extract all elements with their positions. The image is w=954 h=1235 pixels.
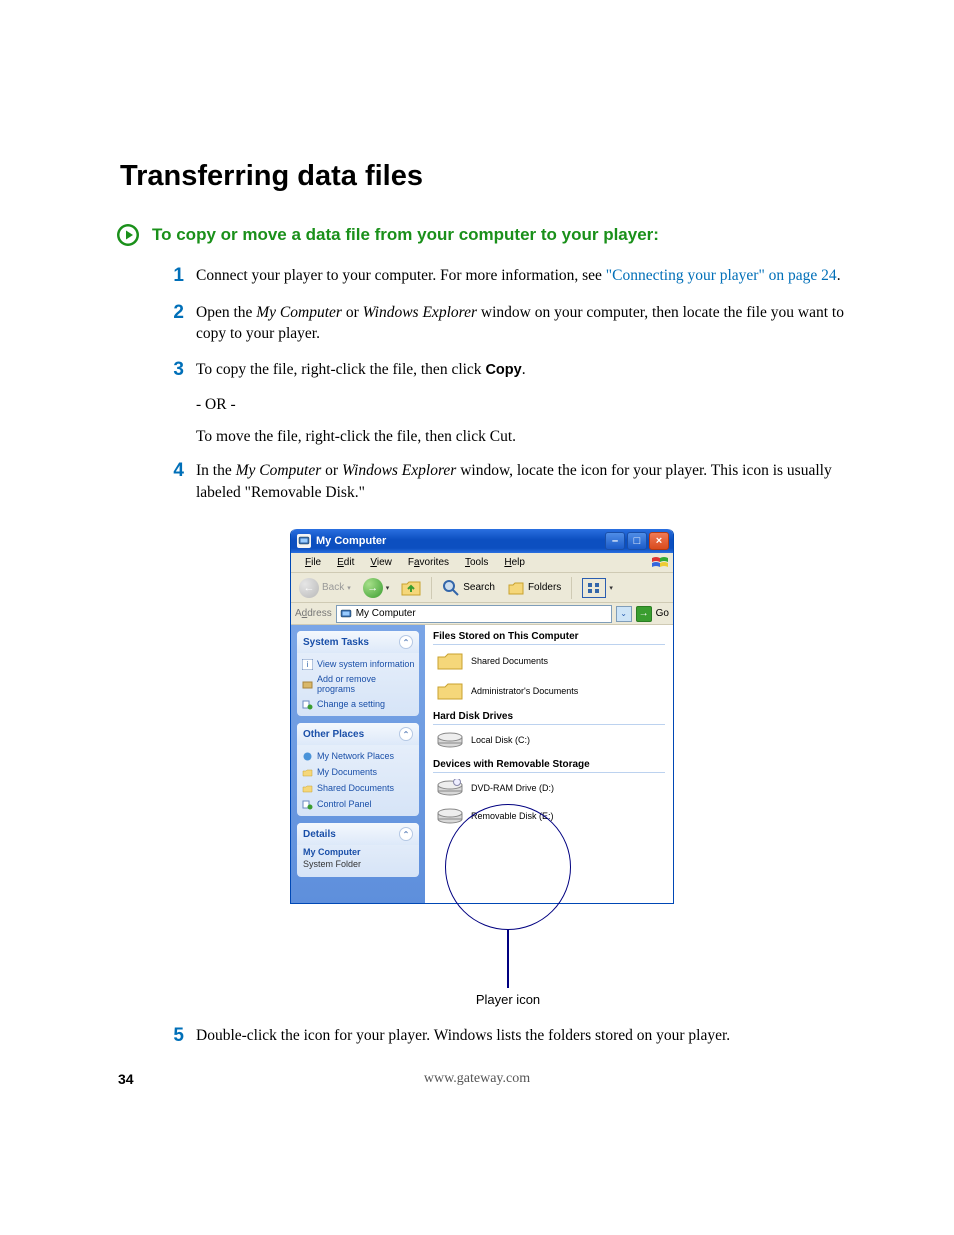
forward-icon: → — [363, 578, 383, 598]
svg-text:i: i — [306, 660, 308, 669]
step-number-4: 4 — [168, 460, 184, 503]
my-computer-small-icon — [340, 608, 352, 620]
item-admin-documents[interactable]: Administrator's Documents — [437, 681, 665, 701]
settings-icon — [301, 698, 313, 710]
item-local-disk-c[interactable]: Local Disk (C:) — [437, 731, 665, 749]
page-number: 34 — [118, 1071, 134, 1087]
menu-help[interactable]: Help — [496, 555, 533, 570]
forward-button[interactable]: →▾ — [359, 576, 394, 600]
group-stored-files: Files Stored on This Computer — [433, 631, 665, 645]
place-shared-documents[interactable]: Shared Documents — [301, 780, 415, 796]
step-number-5: 5 — [168, 1025, 184, 1048]
callout-line — [507, 930, 509, 988]
menu-view[interactable]: View — [362, 555, 400, 570]
dvd-drive-icon — [437, 779, 463, 797]
removable-disk-icon — [437, 807, 463, 825]
step-4-text: In the My Computer or Windows Explorer w… — [196, 460, 844, 503]
chevron-up-icon[interactable]: ⌃ — [399, 635, 413, 649]
network-icon — [301, 750, 313, 762]
menu-file[interactable]: File — [297, 555, 329, 570]
step-1-text: Connect your player to your computer. Fo… — [196, 265, 841, 288]
step-number-2: 2 — [168, 302, 184, 345]
group-removable-storage: Devices with Removable Storage — [433, 759, 665, 773]
address-field[interactable]: My Computer — [336, 605, 612, 623]
step-3-alt-text: To move the file, right-click the file, … — [196, 428, 844, 446]
search-button[interactable]: Search — [438, 576, 499, 600]
folder-icon — [301, 766, 313, 778]
section-subtitle: To copy or move a data file from your co… — [152, 225, 659, 245]
step-number-1: 1 — [168, 265, 184, 288]
sidebar: System Tasks⌃ iView system information A… — [291, 625, 425, 903]
hard-disk-icon — [437, 731, 463, 749]
place-my-documents[interactable]: My Documents — [301, 764, 415, 780]
programs-icon — [301, 678, 313, 690]
item-shared-documents[interactable]: Shared Documents — [437, 651, 665, 671]
panel-system-tasks: System Tasks⌃ iView system information A… — [297, 631, 419, 716]
address-dropdown[interactable]: ⌄ — [616, 606, 632, 622]
maximize-button[interactable]: □ — [627, 532, 647, 550]
content-pane: Files Stored on This Computer Shared Doc… — [425, 625, 673, 903]
task-change-setting[interactable]: Change a setting — [301, 696, 415, 712]
my-computer-icon — [297, 534, 311, 548]
item-removable-disk-e[interactable]: Removable Disk (E:) — [437, 807, 665, 825]
footer-url: www.gateway.com — [0, 1071, 954, 1087]
go-label: Go — [656, 608, 669, 619]
folders-button[interactable]: Folders — [503, 576, 565, 600]
toolbar: ←Back▾ →▾ Search Folders — [291, 573, 673, 603]
page-title: Transferring data files — [120, 160, 844, 193]
callout-label: Player icon — [476, 992, 540, 1007]
search-icon — [442, 579, 460, 597]
back-icon: ← — [299, 578, 319, 598]
folder-icon — [437, 681, 463, 701]
control-panel-icon — [301, 798, 313, 810]
back-button[interactable]: ←Back▾ — [295, 576, 355, 600]
views-icon — [582, 578, 606, 598]
window-title: My Computer — [316, 535, 603, 547]
step-3-text: To copy the file, right-click the file, … — [196, 359, 526, 382]
folder-icon — [437, 651, 463, 671]
task-add-remove-programs[interactable]: Add or remove programs — [301, 672, 415, 696]
go-button[interactable]: → — [636, 606, 652, 622]
up-button[interactable] — [397, 576, 425, 600]
or-separator: - OR - — [196, 396, 844, 414]
menu-favorites[interactable]: Favorites — [400, 555, 457, 570]
panel-other-places: Other Places⌃ My Network Places My Docum… — [297, 723, 419, 816]
folder-icon — [301, 782, 313, 794]
step-2-text: Open the My Computer or Windows Explorer… — [196, 302, 844, 345]
step-5-text: Double-click the icon for your player. W… — [196, 1025, 730, 1048]
address-label: Address — [295, 608, 332, 619]
window-titlebar: My Computer – □ × — [291, 529, 673, 553]
step-number-3: 3 — [168, 359, 184, 382]
panel-details: Details⌃ My Computer System Folder — [297, 823, 419, 877]
close-button[interactable]: × — [649, 532, 669, 550]
address-bar: Address My Computer ⌄ → Go — [291, 603, 673, 625]
link-connecting-player[interactable]: "Connecting your player" on page 24 — [606, 267, 837, 284]
place-control-panel[interactable]: Control Panel — [301, 796, 415, 812]
folders-icon — [507, 579, 525, 597]
chevron-up-icon[interactable]: ⌃ — [399, 827, 413, 841]
group-hard-disks: Hard Disk Drives — [433, 711, 665, 725]
item-dvd-ram-drive[interactable]: DVD-RAM Drive (D:) — [437, 779, 665, 797]
menu-tools[interactable]: Tools — [457, 555, 496, 570]
info-icon: i — [301, 658, 313, 670]
chevron-up-icon[interactable]: ⌃ — [399, 727, 413, 741]
windows-logo-icon — [651, 556, 669, 570]
minimize-button[interactable]: – — [605, 532, 625, 550]
views-button[interactable]: ▾ — [578, 576, 617, 600]
folder-up-icon — [401, 579, 421, 597]
play-icon — [116, 223, 140, 247]
menu-edit[interactable]: Edit — [329, 555, 362, 570]
menubar: File Edit View Favorites Tools Help — [291, 553, 673, 573]
task-view-system-info[interactable]: iView system information — [301, 656, 415, 672]
my-computer-window: My Computer – □ × File Edit View Favorit… — [290, 529, 674, 904]
place-network[interactable]: My Network Places — [301, 748, 415, 764]
